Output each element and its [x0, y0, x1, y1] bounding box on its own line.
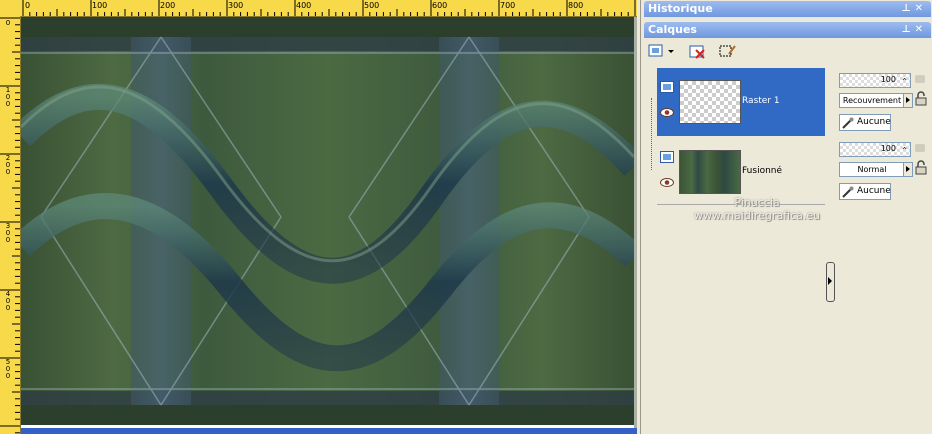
ruler-digit: 0 — [5, 372, 11, 380]
ruler-label: 4 0 0 — [4, 291, 12, 312]
canvas-scroll-edge — [634, 17, 637, 428]
watermark: Pinuccia www.maidiregrafica.eu — [672, 196, 842, 222]
ruler-horizontal[interactable]: 0 100 200 300 400 500 600 700 800 — [0, 0, 637, 17]
eye-icon[interactable] — [660, 178, 674, 187]
mask-label: Aucune — [857, 186, 891, 196]
lock-icon[interactable] — [913, 90, 929, 106]
history-title-label: Historique — [648, 2, 713, 15]
blend-mode-select[interactable]: Normal — [839, 162, 905, 177]
opacity-slider[interactable]: 100 ⌃ — [839, 142, 911, 157]
delete-layer-button[interactable] — [687, 42, 709, 60]
eye-icon[interactable] — [660, 108, 674, 117]
ruler-label: 0 — [4, 20, 12, 27]
mask-icon — [842, 186, 854, 198]
ruler-label: 700 — [500, 1, 516, 10]
history-panel-title[interactable]: Historique ⊥✕ — [644, 1, 931, 17]
ruler-digit: 0 — [5, 100, 11, 108]
ruler-label: 1 0 0 — [4, 87, 12, 108]
lock-icon[interactable] — [913, 159, 929, 175]
layer-thumbnail — [679, 80, 741, 124]
blend-mode-dropdown-arrow[interactable] — [903, 162, 913, 177]
new-layer-button[interactable] — [647, 42, 677, 60]
layer-row-raster-1[interactable]: Raster 1 — [657, 68, 825, 136]
canvas-image[interactable] — [21, 17, 634, 425]
blend-mode-dropdown-arrow[interactable] — [903, 93, 913, 108]
mask-label: Aucune — [857, 117, 891, 127]
chevron-right-icon — [828, 277, 832, 285]
canvas-artwork — [21, 17, 634, 425]
layers-title-label: Calques — [648, 23, 697, 36]
watermark-line: www.maidiregrafica.eu — [693, 209, 821, 222]
blend-mode-select[interactable]: Recouvrement — [839, 93, 905, 108]
pin-icon[interactable]: ⊥ — [901, 3, 914, 14]
ruler-label: 400 — [296, 1, 312, 10]
ruler-label: 300 — [228, 1, 244, 10]
link-toggle[interactable] — [915, 144, 925, 152]
edit-selection-button[interactable] — [717, 42, 739, 60]
ruler-vertical[interactable]: 0 1 0 0 2 0 0 3 0 0 4 0 0 5 0 0 — [0, 16, 21, 434]
raster-layer-icon — [660, 81, 674, 93]
watermark-line: Pinuccia — [734, 196, 780, 209]
raster-layer-icon — [660, 151, 674, 163]
ruler-label: 2 0 0 — [4, 155, 12, 176]
ruler-label: 500 — [364, 1, 380, 10]
close-icon[interactable]: ✕ — [915, 24, 927, 35]
opacity-value: 100 — [880, 144, 896, 153]
ruler-digit: 0 — [5, 236, 11, 244]
mask-icon — [842, 117, 854, 129]
layer-thumbnail — [679, 150, 741, 194]
mask-button[interactable]: Aucune — [839, 183, 891, 200]
ruler-label: 3 0 0 — [4, 223, 12, 244]
pin-icon[interactable]: ⊥ — [901, 24, 914, 35]
ruler-label: 0 — [25, 1, 31, 10]
mask-button[interactable]: Aucune — [839, 114, 891, 131]
layers-list: Raster 1 Fusionné Pinuccia www.maidiregr… — [652, 66, 828, 432]
history-title-buttons: ⊥✕ — [897, 1, 927, 17]
ruler-digit: 0 — [5, 304, 11, 312]
close-icon[interactable]: ✕ — [915, 3, 927, 14]
layers-panel-title[interactable]: Calques ⊥✕ — [644, 22, 931, 38]
edit-selection-icon — [719, 45, 736, 57]
canvas-area: 0 100 200 300 400 500 600 700 800 0 1 0 … — [0, 0, 637, 434]
ruler-label: 5 0 0 — [4, 359, 12, 380]
ruler-label: 600 — [432, 1, 448, 10]
opacity-slider[interactable]: 100 ⌃ — [839, 73, 911, 88]
delete-layer-icon — [689, 45, 705, 59]
ruler-label: 200 — [160, 1, 176, 10]
panel-splitter[interactable] — [826, 262, 835, 302]
ruler-digit: 0 — [5, 19, 11, 27]
opacity-spin-icon[interactable]: ⌃ — [901, 146, 908, 155]
ruler-digit: 0 — [5, 168, 11, 176]
opacity-value: 100 — [880, 75, 896, 84]
layer-name[interactable]: Raster 1 — [742, 96, 780, 106]
opacity-spin-icon[interactable]: ⌃ — [901, 77, 908, 86]
canvas-horizontal-scrollbar[interactable] — [21, 428, 637, 434]
link-toggle[interactable] — [915, 75, 925, 83]
layers-toolbar — [645, 40, 765, 62]
new-layer-icon — [648, 44, 674, 57]
layer-name[interactable]: Fusionné — [742, 166, 782, 176]
layers-title-buttons: ⊥✕ — [897, 22, 927, 38]
ruler-label: 100 — [92, 1, 108, 10]
ruler-label: 800 — [568, 1, 584, 10]
